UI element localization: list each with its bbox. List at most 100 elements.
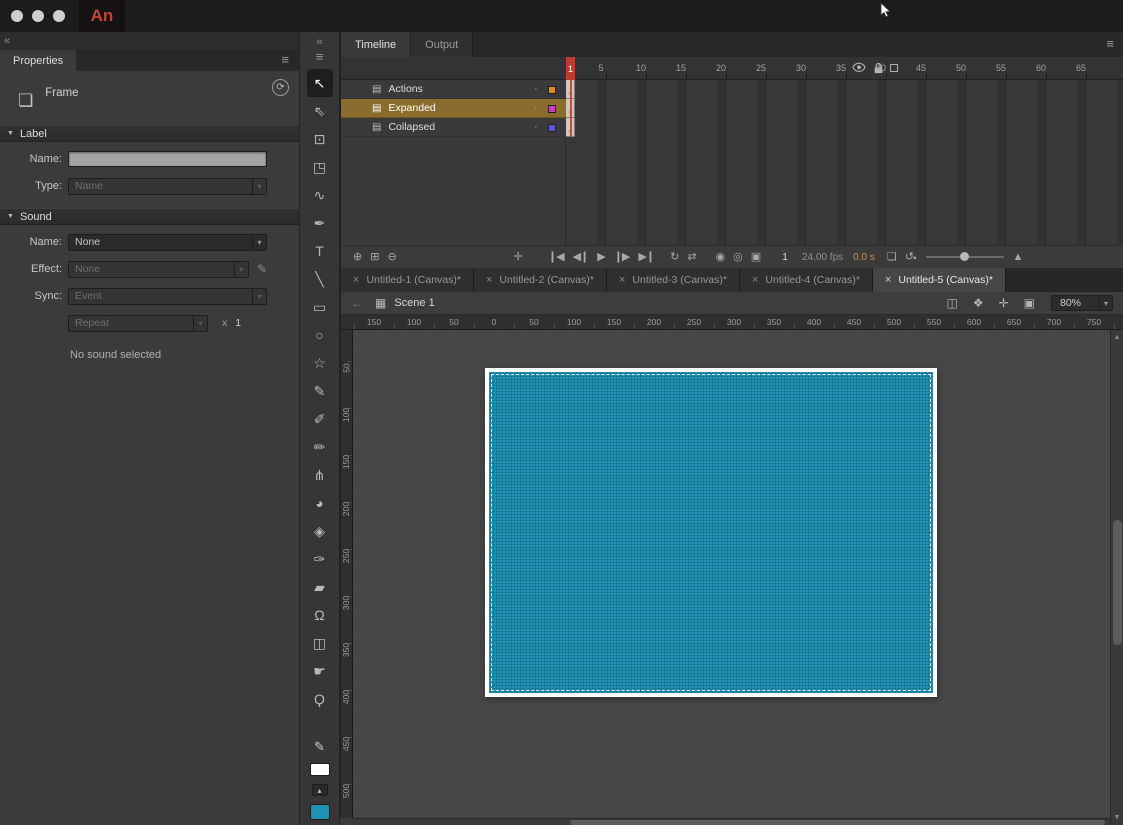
zoom-window-button[interactable] [53,10,65,22]
lasso-tool[interactable]: ∿ [307,181,333,209]
center-stage-icon[interactable]: ✛ [999,296,1009,310]
eyedropper-tool[interactable]: ✑ [307,545,333,573]
swap-colors-icon[interactable]: ▴ [312,784,328,796]
playhead[interactable]: 1 [566,57,575,80]
layer-name-label[interactable]: Collapsed [388,121,435,133]
tab-properties[interactable]: Properties [0,50,76,71]
asset-warp-tool[interactable]: Ω [307,601,333,629]
collapse-tools-panel-button[interactable]: « [316,36,322,48]
close-document-icon[interactable]: × [353,274,359,286]
stage-zoom-dropdown[interactable]: 80% ▾ [1051,295,1113,311]
new-layer-button[interactable]: ⊕ [353,252,361,263]
timeline-zoom-slider-thumb[interactable] [960,252,969,261]
paint-brush-tool[interactable]: ✏ [307,433,333,461]
panel-options-button[interactable]: ⟳ [272,79,289,96]
layer-lock-dot[interactable]: · [534,121,538,133]
scene-name-label[interactable]: Scene 1 [394,297,434,309]
timeline-panel-tab[interactable]: Timeline [341,32,411,57]
bone-tool[interactable]: ⋔ [307,461,333,489]
marquee-zoom-button[interactable]: ❏ [887,252,896,263]
timeline-panel-tab[interactable]: Output [411,32,473,57]
paint-bucket-tool[interactable]: ◕ [307,489,333,517]
delete-layer-button[interactable]: ⊖ [387,252,395,263]
timeline-layer-row[interactable]: ▤ Expanded ✎ · · ○ [341,99,1123,118]
document-tab[interactable]: × Untitled-5 (Canvas)* [873,268,1006,292]
back-arrow-icon[interactable]: ← [351,296,363,310]
collapse-properties-panel-button[interactable]: « [4,35,10,47]
timeline-panel-menu-icon[interactable]: ≡ [1106,37,1114,50]
fill-color-swatch[interactable] [310,804,330,820]
close-document-icon[interactable]: × [885,274,891,286]
brush-tool[interactable]: ✐ [307,405,333,433]
repeat-count-value[interactable]: 1 [235,317,241,329]
scroll-up-icon[interactable]: ▲ [1114,334,1121,341]
sound-section-header[interactable]: ▼ Sound [0,208,299,225]
onion-skin-outlines-button[interactable]: ◎ [733,252,742,263]
close-window-button[interactable] [11,10,23,22]
current-frame-indicator[interactable]: 1 [782,251,788,263]
timeline-layer-row[interactable]: ▤ Collapsed ✎ · · ○ [341,118,1123,137]
layer-outline-color-swatch[interactable] [548,105,556,113]
step-back-button[interactable]: ◀❙ [573,252,589,263]
loop-button[interactable]: ↻ [670,252,678,263]
vertical-scrollbar-thumb[interactable] [1113,520,1122,645]
go-to-first-frame-button[interactable]: ❙◀ [548,252,564,263]
document-tab[interactable]: × Untitled-2 (Canvas)* [474,268,607,292]
properties-panel-menu-icon[interactable]: ≡ [281,53,289,66]
sound-name-dropdown[interactable]: None ▾ [68,234,267,251]
zoom-tool[interactable]: Ϙ [307,685,333,713]
oval-tool[interactable]: ○ [307,321,333,349]
label-name-input[interactable] [68,151,267,167]
camera-tool[interactable]: ◫ [307,629,333,657]
hand-tool[interactable]: ☛ [307,657,333,685]
timeline-zoom-slider[interactable] [926,256,1004,258]
camera-icon[interactable]: ◫ [946,296,957,310]
edit-multiple-frames-button[interactable]: ▣ [751,252,760,263]
horizontal-scrollbar-thumb[interactable] [570,820,1105,825]
polystar-tool[interactable]: ☆ [307,349,333,377]
free-transform-tool[interactable]: ⊡ [307,125,333,153]
text-tool[interactable]: T [307,237,333,265]
gradient-transform-tool[interactable]: ◳ [307,153,333,181]
minimize-window-button[interactable] [32,10,44,22]
stage-fill-rectangle[interactable] [489,372,933,693]
document-tab[interactable]: × Untitled-1 (Canvas)* [341,268,474,292]
timeline-layer-row[interactable]: ▤ Actions ✎ · · ○ [341,80,1123,99]
layer-name-cell[interactable]: ▤ Actions ✎ · · [341,80,566,99]
pen-tool[interactable]: ✒ [307,209,333,237]
loop-range-button[interactable]: ⇄ [687,252,695,263]
play-button[interactable]: ▶ [597,252,604,263]
center-frame-button[interactable]: ✛ [514,252,522,263]
onion-skin-button[interactable]: ◉ [716,252,725,263]
stage[interactable] [485,368,937,697]
frame-number-ruler[interactable]: 5101520253035404550556065 [566,57,1123,79]
pencil-tool[interactable]: ✎ [307,377,333,405]
timeline-zoom-in-icon[interactable]: ▲ [1012,251,1023,263]
go-to-last-frame-button[interactable]: ▶❙ [638,252,654,263]
document-tab[interactable]: × Untitled-3 (Canvas)* [607,268,740,292]
layer-name-cell[interactable]: ▤ Expanded ✎ · · [341,99,566,118]
scroll-down-icon[interactable]: ▼ [1114,814,1121,821]
layer-outline-color-swatch[interactable] [548,86,556,94]
rectangle-tool[interactable]: ▭ [307,293,333,321]
ink-bottle-tool[interactable]: ◈ [307,517,333,545]
layer-outline-color-swatch[interactable] [548,124,556,132]
eraser-tool[interactable]: ▰ [307,573,333,601]
edit-sound-envelope-icon[interactable]: ✎ [257,262,267,276]
timeline-zoom-out-icon[interactable]: ▴ [913,253,917,261]
layer-lock-dot[interactable]: · [534,83,538,95]
frame-rate-indicator[interactable]: 24.00 fps [802,252,843,263]
new-folder-button[interactable]: ⊞ [370,252,378,263]
close-document-icon[interactable]: × [486,274,492,286]
layer-lock-dot[interactable]: · [534,102,538,114]
close-document-icon[interactable]: × [619,274,625,286]
line-tool[interactable]: ╲ [307,265,333,293]
label-section-header[interactable]: ▼ Label [0,125,299,142]
edit-symbols-icon[interactable]: ❖ [973,296,984,310]
elapsed-time-indicator[interactable]: 0.0 s [853,252,875,263]
reset-timeline-zoom-button[interactable]: ↺ [905,252,913,263]
layer-name-label[interactable]: Actions [388,83,422,95]
stroke-color-swatch[interactable] [310,763,330,776]
tools-panel-menu-icon[interactable]: ≡ [316,50,324,63]
layer-name-cell[interactable]: ▤ Collapsed ✎ · · [341,118,566,137]
